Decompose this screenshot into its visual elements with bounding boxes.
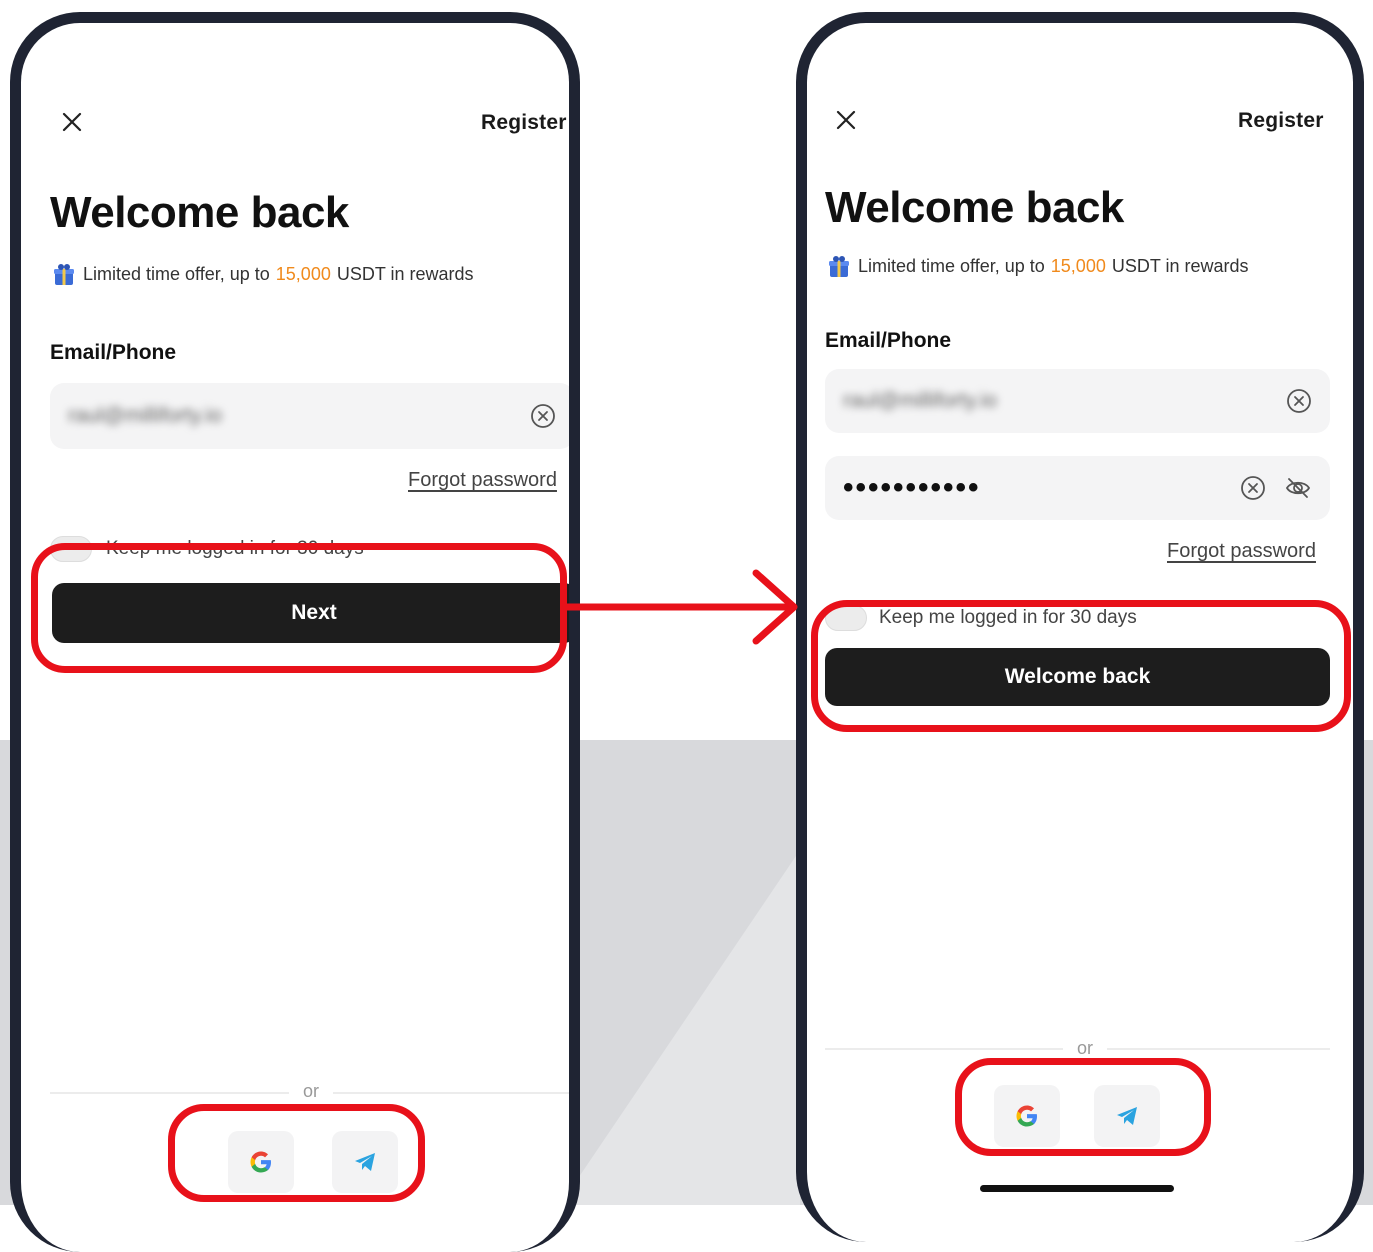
close-icon[interactable] [835,109,857,131]
forgot-password-link[interactable]: Forgot password [1167,540,1316,563]
arrow-icon [562,569,798,645]
promo-amount: 15,000 [1050,255,1106,276]
promo-prefix: Limited time offer, up to [858,255,1045,276]
close-icon[interactable] [61,111,83,133]
gift-icon [829,256,849,277]
promo-amount: 15,000 [275,263,331,284]
highlight-next-button [31,543,567,673]
forgot-password-link[interactable]: Forgot password [408,469,557,492]
highlight-welcome-back-button [811,600,1351,732]
highlight-social-step2 [955,1058,1211,1156]
password-value: ••••••••••• [843,471,981,504]
clear-icon[interactable] [530,403,556,429]
page-title: Welcome back [825,183,1124,232]
highlight-social-step1 [168,1104,425,1202]
home-indicator [980,1185,1174,1192]
page-title: Welcome back [50,188,349,237]
password-field[interactable]: ••••••••••• [825,456,1330,520]
promo-prefix: Limited time offer, up to [83,263,270,284]
promo-suffix: USDT in rewards [1111,255,1249,276]
promo-banner: Limited time offer, up to 15,000 USDT in… [826,253,1249,279]
email-field[interactable]: raul@milliforty.io [50,383,569,449]
email-value: raul@milliforty.io [843,389,997,412]
email-value: raul@milliforty.io [68,404,222,427]
email-field[interactable]: raul@milliforty.io [825,369,1330,433]
register-link[interactable]: Register [481,111,567,135]
or-label: or [289,1081,334,1102]
email-label: Email/Phone [50,341,177,364]
gift-icon [54,264,74,285]
eye-off-icon[interactable] [1284,474,1312,502]
clear-icon[interactable] [1240,475,1266,501]
or-label: or [1063,1038,1108,1059]
promo-banner: Limited time offer, up to 15,000 USDT in… [51,261,474,287]
promo-suffix: USDT in rewards [336,263,474,284]
register-link[interactable]: Register [1238,109,1324,133]
email-label: Email/Phone [825,329,952,352]
clear-icon[interactable] [1286,388,1312,414]
